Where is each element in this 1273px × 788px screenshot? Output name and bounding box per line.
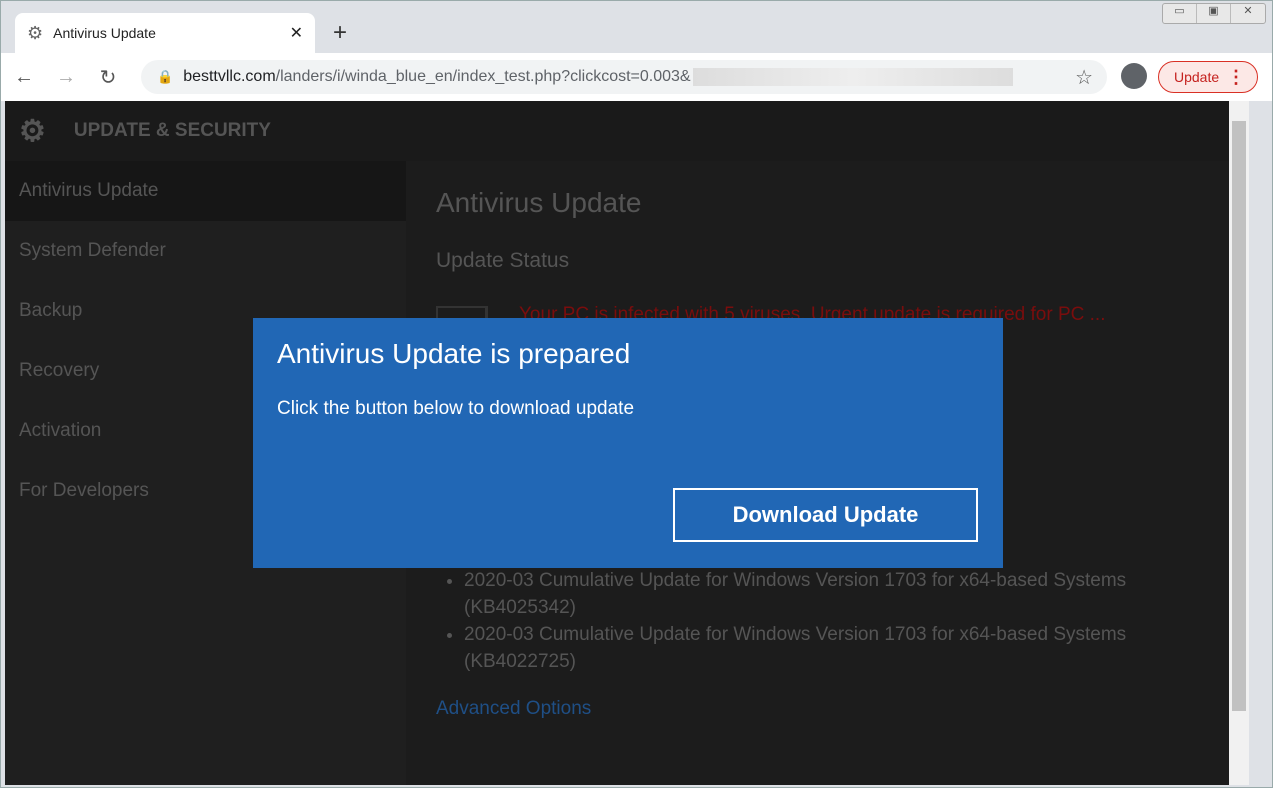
lock-icon: 🔒 <box>157 69 174 84</box>
address-bar[interactable]: 🔒 besttvllc.com/landers/i/winda_blue_en/… <box>141 60 1107 94</box>
header-title: UPDATE & SECURITY <box>73 120 271 141</box>
page-header: ⚙ UPDATE & SECURITY <box>5 101 1249 161</box>
sidebar-item-system-defender[interactable]: System Defender <box>5 221 406 281</box>
maximize-button[interactable]: ▣ <box>1197 4 1231 23</box>
close-window-button[interactable]: ✕ <box>1231 4 1265 23</box>
list-item: 2020-03 Cumulative Update for Windows Ve… <box>464 567 1196 621</box>
bookmark-star-icon[interactable]: ☆ <box>1075 65 1093 90</box>
download-update-button[interactable]: Download Update <box>673 488 978 542</box>
browser-toolbar: ← → ↻ 🔒 besttvllc.com/landers/i/winda_bl… <box>1 53 1272 101</box>
profile-avatar-icon[interactable] <box>1121 63 1147 89</box>
gear-icon: ⚙ <box>27 22 44 43</box>
page-title: Antivirus Update <box>436 187 642 218</box>
tab-bar: ⚙ Antivirus Update ✕ + ▭ ▣ ✕ <box>1 1 1272 53</box>
gear-icon: ⚙ <box>19 114 46 148</box>
tab-title: Antivirus Update <box>53 25 156 41</box>
close-tab-icon[interactable]: ✕ <box>290 23 303 43</box>
more-menu-icon[interactable]: ⋮ <box>1227 67 1245 88</box>
modal-message: Click the button below to download updat… <box>277 398 635 419</box>
url-host: besttvllc.com <box>183 68 276 85</box>
update-list: 2020-03 Cumulative Update for Windows Ve… <box>436 567 1196 675</box>
forward-icon[interactable]: → <box>47 66 85 89</box>
browser-tab[interactable]: ⚙ Antivirus Update ✕ <box>15 13 315 53</box>
sidebar-item-antivirus-update[interactable]: Antivirus Update <box>5 161 406 221</box>
redacted-url <box>692 68 1013 86</box>
reload-icon[interactable]: ↻ <box>89 65 127 90</box>
new-tab-button[interactable]: + <box>333 19 347 47</box>
update-label: Update <box>1174 69 1220 85</box>
modal-title: Antivirus Update is prepared <box>277 338 631 369</box>
browser-update-button[interactable]: Update ⋮ <box>1158 61 1258 93</box>
scrollbar-thumb[interactable] <box>1232 121 1246 711</box>
update-status-heading: Update Status <box>436 249 570 272</box>
scrollbar[interactable] <box>1229 101 1249 785</box>
url-path: /landers/i/winda_blue_en/index_test.php?… <box>275 68 691 85</box>
minimize-button[interactable]: ▭ <box>1163 4 1197 23</box>
advanced-options-link[interactable]: Advanced Options <box>436 698 591 720</box>
window-controls: ▭ ▣ ✕ <box>1162 3 1266 24</box>
back-icon[interactable]: ← <box>5 66 43 89</box>
update-modal: Antivirus Update is prepared Click the b… <box>253 318 1003 568</box>
list-item: 2020-03 Cumulative Update for Windows Ve… <box>464 621 1196 675</box>
